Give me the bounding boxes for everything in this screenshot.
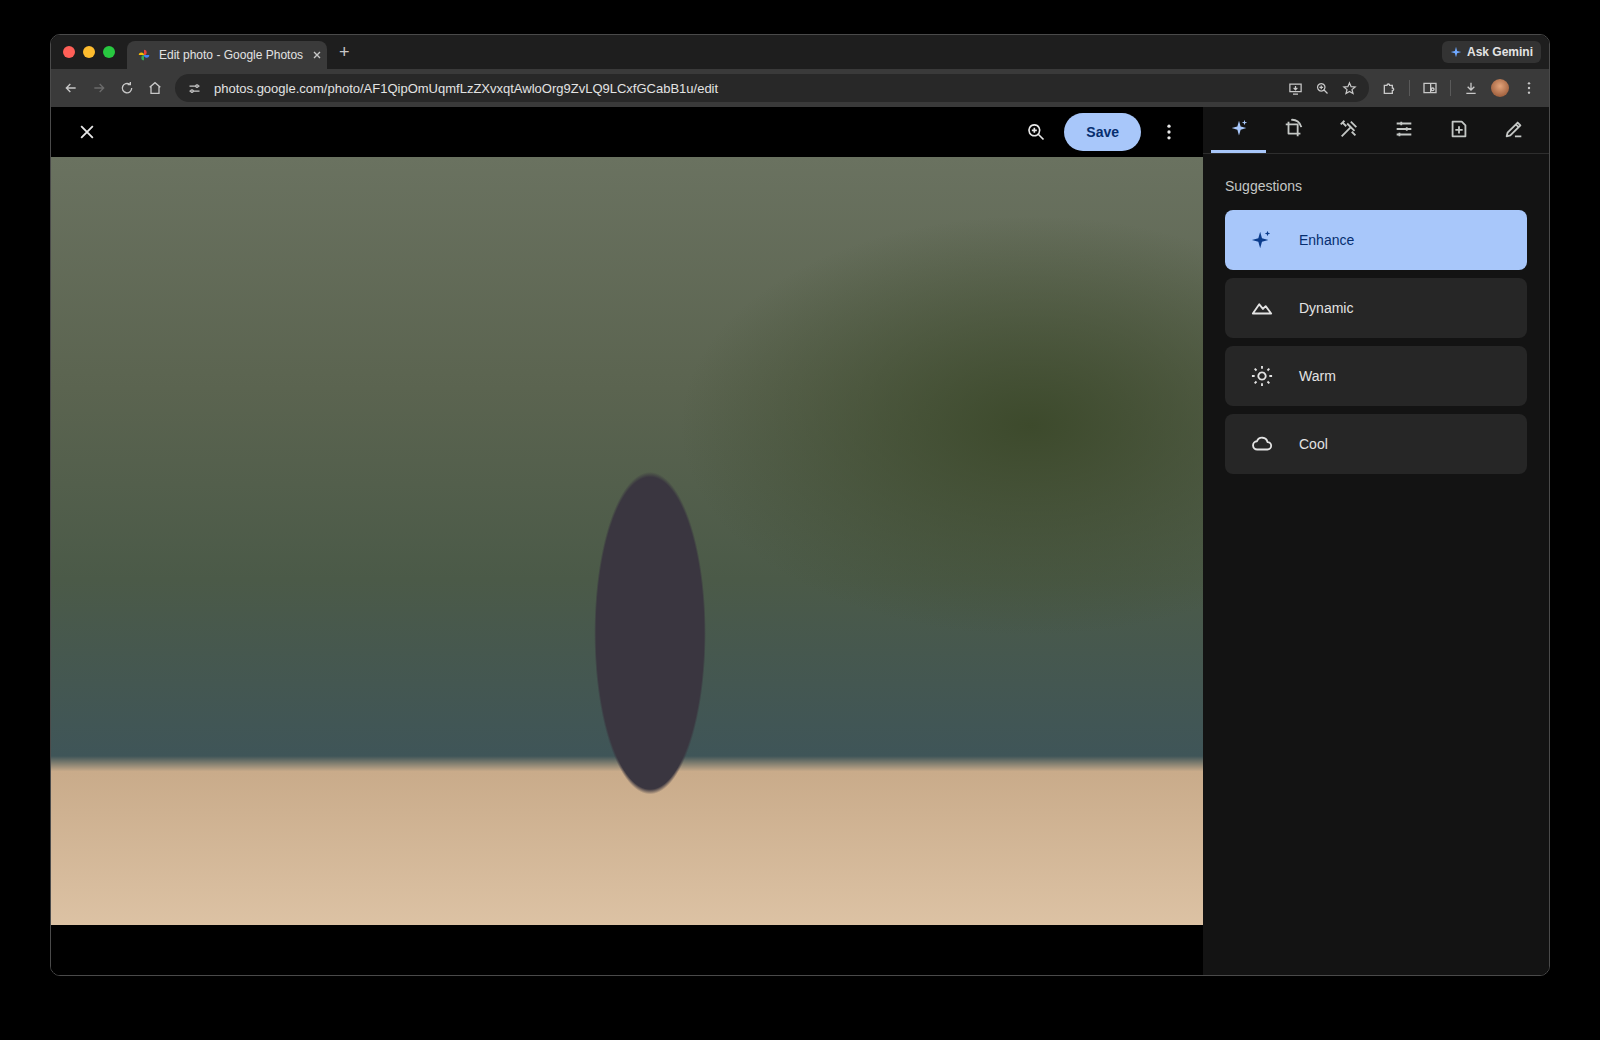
- editor-top-bar: Save: [51, 107, 1203, 157]
- bookmark-star-icon[interactable]: [1342, 81, 1357, 96]
- suggestions-heading: Suggestions: [1203, 154, 1549, 210]
- toolbar: photos.google.com/photo/AF1QipOmUqmfLzZX…: [51, 69, 1549, 107]
- crop-rotate-icon: [1283, 118, 1305, 140]
- ask-gemini-button[interactable]: Ask Gemini: [1442, 41, 1541, 63]
- profile-avatar[interactable]: [1491, 79, 1509, 97]
- zoom-in-icon[interactable]: [1026, 122, 1046, 142]
- back-icon[interactable]: [63, 80, 79, 96]
- sparkle-icon: [1251, 229, 1273, 251]
- editor-bottom-strip: [51, 925, 1203, 975]
- gemini-icon: [1450, 46, 1462, 58]
- zoom-icon[interactable]: [1315, 81, 1330, 96]
- window-controls: [63, 46, 115, 58]
- extensions-icon[interactable]: [1381, 80, 1397, 96]
- download-icon[interactable]: [1463, 80, 1479, 96]
- forward-icon[interactable]: [91, 80, 107, 96]
- edit-panel: SuggestionsEnhance Dynamic Warm Cool: [1203, 107, 1549, 975]
- close-window-button[interactable]: [63, 46, 75, 58]
- browser-menu-icon[interactable]: [1521, 80, 1537, 96]
- edit-tool-tab[interactable]: [1486, 107, 1541, 153]
- more-options-icon[interactable]: [1159, 122, 1179, 142]
- cloud-icon: [1251, 433, 1273, 455]
- edit-tool-tab[interactable]: [1211, 107, 1266, 153]
- browser-tab[interactable]: Edit photo - Google Photos: [127, 41, 327, 69]
- edit-tool-tab[interactable]: [1321, 107, 1376, 153]
- filters-icon: [1448, 118, 1470, 140]
- url-text: photos.google.com/photo/AF1QipOmUqmfLzZX…: [214, 81, 1276, 96]
- markup-icon: [1503, 118, 1525, 140]
- editor-stage: Save: [51, 107, 1203, 975]
- address-bar[interactable]: photos.google.com/photo/AF1QipOmUqmfLzZX…: [175, 74, 1369, 102]
- photo[interactable]: [51, 157, 1203, 925]
- reload-icon[interactable]: [119, 80, 135, 96]
- new-tab-button[interactable]: +: [339, 42, 350, 63]
- edit-tool-tab[interactable]: [1266, 107, 1321, 153]
- save-button[interactable]: Save: [1064, 113, 1141, 151]
- google-photos-icon: [137, 48, 151, 62]
- browser-window: Edit photo - Google Photos + Ask Gemini pho…: [50, 34, 1550, 976]
- suggestion-button[interactable]: Cool: [1225, 414, 1527, 474]
- suggestions-list: Enhance Dynamic Warm Cool: [1203, 210, 1549, 474]
- suggestion-button[interactable]: Enhance: [1225, 210, 1527, 270]
- tab-bar: Edit photo - Google Photos + Ask Gemini: [51, 35, 1549, 69]
- maximize-window-button[interactable]: [103, 46, 115, 58]
- install-app-icon[interactable]: [1288, 81, 1303, 96]
- edit-tool-tabs: [1203, 107, 1549, 154]
- mountain-icon: [1251, 297, 1273, 319]
- edit-tool-tab[interactable]: [1376, 107, 1431, 153]
- screen: Edit photo - Google Photos + Ask Gemini pho…: [0, 0, 1600, 1040]
- suggestions-icon: [1228, 118, 1250, 140]
- home-icon[interactable]: [147, 80, 163, 96]
- side-panel-icon[interactable]: [1422, 80, 1438, 96]
- tab-title: Edit photo - Google Photos: [159, 48, 303, 62]
- sun-icon: [1251, 365, 1273, 387]
- adjust-icon: [1393, 118, 1415, 140]
- photo-editor: Save SuggestionsEnhance Dynamic Warm Cool: [51, 107, 1549, 975]
- edit-tool-tab[interactable]: [1431, 107, 1486, 153]
- tools-icon: [1338, 118, 1360, 140]
- site-settings-icon[interactable]: [187, 81, 202, 96]
- close-tab-icon[interactable]: [311, 49, 323, 61]
- suggestion-button[interactable]: Warm: [1225, 346, 1527, 406]
- close-editor-icon[interactable]: [77, 122, 97, 142]
- suggestion-button[interactable]: Dynamic: [1225, 278, 1527, 338]
- minimize-window-button[interactable]: [83, 46, 95, 58]
